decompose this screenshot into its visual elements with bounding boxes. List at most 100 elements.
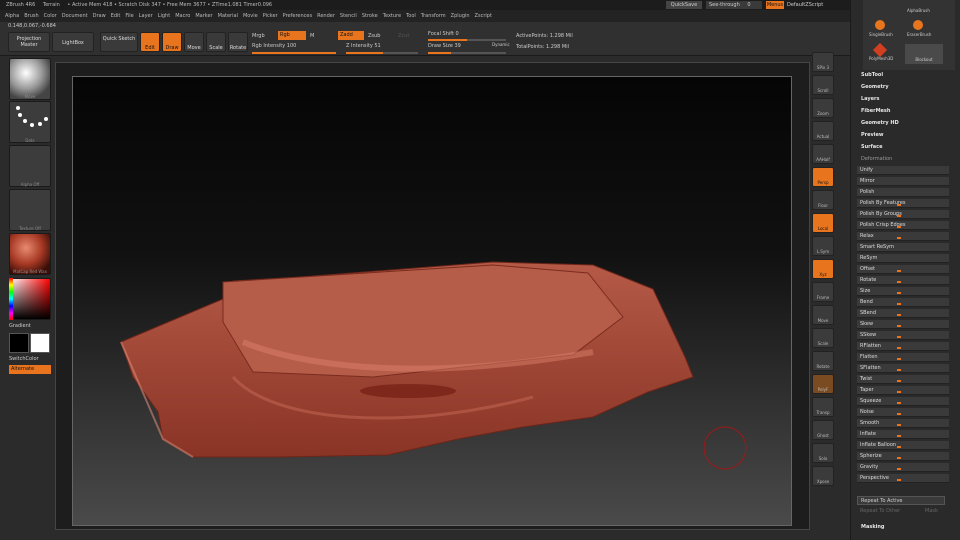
shelf-ghost[interactable]: Ghost <box>812 420 834 440</box>
move-button[interactable]: Move <box>184 32 204 52</box>
menu-edit[interactable]: Edit <box>111 10 121 22</box>
deformation-polish-by-features[interactable]: Polish By Features <box>857 199 949 208</box>
hue-strip[interactable] <box>9 278 13 320</box>
tray-layers[interactable]: Layers <box>861 96 880 102</box>
tray-geometry-hd[interactable]: Geometry HD <box>861 120 899 126</box>
tray-masking[interactable]: Masking <box>861 524 885 530</box>
quicksave-button[interactable]: QuickSave <box>666 1 702 9</box>
shelf-xpose[interactable]: Xpose <box>812 466 834 486</box>
menu-light[interactable]: Light <box>158 10 170 22</box>
brush-polymesh3d[interactable]: PolyMesh3D <box>869 56 893 61</box>
deformation-polish-by-groups[interactable]: Polish By Groups <box>857 210 949 219</box>
texture-thumbnail[interactable] <box>9 189 51 231</box>
rotate-button[interactable]: Rotate <box>228 32 248 52</box>
see-through-slider[interactable]: See-through 0 <box>706 1 762 9</box>
tray-preview[interactable]: Preview <box>861 132 884 138</box>
shelf-floor[interactable]: Floor <box>812 190 834 210</box>
deformation-gravity[interactable]: Gravity <box>857 463 949 472</box>
quick-sketch-button[interactable]: Quick Sketch <box>100 32 138 52</box>
repeat-to-other-button[interactable]: Repeat To Other <box>857 507 917 516</box>
deformation-squeeze[interactable]: Squeeze <box>857 397 949 406</box>
menu-tool[interactable]: Tool <box>406 10 416 22</box>
menu-color[interactable]: Color <box>44 10 57 22</box>
deformation-skew[interactable]: Skew <box>857 320 949 329</box>
deformation-size[interactable]: Size <box>857 287 949 296</box>
shelf-persp[interactable]: Persp <box>812 167 834 187</box>
menu-render[interactable]: Render <box>317 10 335 22</box>
deformation-inflate-balloon[interactable]: Inflate Balloon <box>857 441 949 450</box>
brush-alphabrush[interactable]: AlphaBrush <box>907 8 930 13</box>
deformation-noise[interactable]: Noise <box>857 408 949 417</box>
tray-surface[interactable]: Surface <box>861 144 883 150</box>
deformation-rflatten[interactable]: RFlatten <box>857 342 949 351</box>
menu-brush[interactable]: Brush <box>24 10 38 22</box>
menus-toggle[interactable]: Menus <box>766 1 784 9</box>
mrgb-button[interactable]: Mrgb <box>252 33 265 39</box>
menu-movie[interactable]: Movie <box>243 10 258 22</box>
shelf-scale[interactable]: Scale <box>812 328 834 348</box>
menu-picker[interactable]: Picker <box>263 10 278 22</box>
menu-zscript[interactable]: Zscript <box>475 10 492 22</box>
zsub-button[interactable]: Zsub <box>368 33 380 39</box>
deformation-flatten[interactable]: Flatten <box>857 353 949 362</box>
shelf-scroll[interactable]: Scroll <box>812 75 834 95</box>
menu-alpha[interactable]: Alpha <box>5 10 19 22</box>
deformation-unify[interactable]: Unify <box>857 166 949 175</box>
tray-deformation[interactable]: Deformation <box>861 156 892 162</box>
tray-subtool[interactable]: SubTool <box>861 72 883 78</box>
color-picker[interactable] <box>9 278 51 320</box>
menu-document[interactable]: Document <box>62 10 88 22</box>
menu-material[interactable]: Material <box>218 10 238 22</box>
deformation-polish[interactable]: Polish <box>857 188 949 197</box>
switchcolor-button[interactable]: SwitchColor <box>9 356 39 362</box>
shelf-l-sym[interactable]: L.Sym <box>812 236 834 256</box>
deformation-sbend[interactable]: SBend <box>857 309 949 318</box>
stroke-thumbnail[interactable] <box>9 101 51 143</box>
deformation-bend[interactable]: Bend <box>857 298 949 307</box>
dynamic-toggle[interactable]: Dynamic <box>492 42 510 47</box>
deformation-mirror[interactable]: Mirror <box>857 177 949 186</box>
deformation-sflatten[interactable]: SFlatten <box>857 364 949 373</box>
tray-geometry[interactable]: Geometry <box>861 84 889 90</box>
shelf-xyz[interactable]: Xyz <box>812 259 834 279</box>
deformation-rotate[interactable]: Rotate <box>857 276 949 285</box>
draw-size-slider[interactable] <box>428 52 506 54</box>
shelf-polyf[interactable]: PolyF <box>812 374 834 394</box>
menu-file[interactable]: File <box>125 10 133 22</box>
tray-fibermesh[interactable]: FiberMesh <box>861 108 890 114</box>
deformation-resym[interactable]: ReSym <box>857 254 949 263</box>
deformation-relax[interactable]: Relax <box>857 232 949 241</box>
shelf-local[interactable]: Local <box>812 213 834 233</box>
focal-shift-slider[interactable] <box>428 39 506 41</box>
menu-texture[interactable]: Texture <box>383 10 401 22</box>
shelf-spix-3[interactable]: SPix 3 <box>812 52 834 72</box>
alternate-button[interactable]: Alternate <box>9 365 51 374</box>
deformation-polish-crisp-edges[interactable]: Polish Crisp Edges <box>857 221 949 230</box>
deformation-offset[interactable]: Offset <box>857 265 949 274</box>
menu-transform[interactable]: Transform <box>421 10 446 22</box>
zadd-button[interactable]: Zadd <box>338 31 364 40</box>
menu-draw[interactable]: Draw <box>93 10 106 22</box>
shelf-rotate[interactable]: Rotate <box>812 351 834 371</box>
primary-color-swatch[interactable] <box>30 333 50 353</box>
default-zscript-button[interactable]: DefaultZScript <box>787 1 827 9</box>
repeat-to-active-button[interactable]: Repeat To Active <box>857 496 945 505</box>
brush-blockout[interactable]: Blockout <box>905 44 943 64</box>
shelf-aahalf[interactable]: AAHalf <box>812 144 834 164</box>
draw-button[interactable]: Draw <box>162 32 182 52</box>
z-intensity-slider[interactable] <box>346 52 418 54</box>
alpha-thumbnail[interactable] <box>9 145 51 187</box>
menu-stroke[interactable]: Stroke <box>362 10 378 22</box>
deformation-perspective[interactable]: Perspective <box>857 474 949 483</box>
lightbox-button[interactable]: LightBox <box>52 32 94 52</box>
deformation-smooth[interactable]: Smooth <box>857 419 949 428</box>
edit-button[interactable]: Edit <box>140 32 160 52</box>
projection-master-button[interactable]: Projection Master <box>8 32 50 52</box>
document-canvas[interactable] <box>72 76 792 526</box>
secondary-color-swatch[interactable] <box>9 333 29 353</box>
menu-preferences[interactable]: Preferences <box>283 10 312 22</box>
menu-marker[interactable]: Marker <box>195 10 212 22</box>
deformation-twist[interactable]: Twist <box>857 375 949 384</box>
menu-macro[interactable]: Macro <box>175 10 190 22</box>
mask-button[interactable]: Mask <box>925 507 938 516</box>
